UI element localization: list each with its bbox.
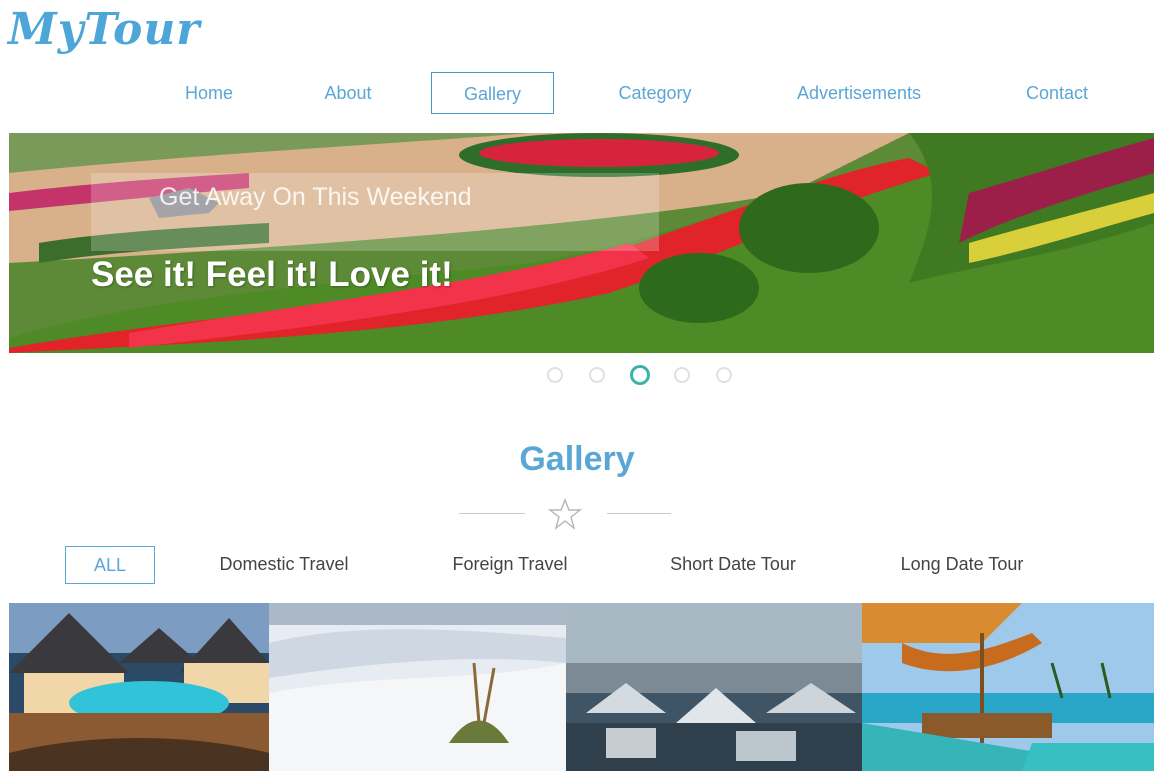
slider-dot-5[interactable] [716, 367, 732, 383]
nav-gallery[interactable]: Gallery [431, 72, 554, 114]
hero-subtitle: Get Away On This Weekend [159, 183, 472, 211]
hero-title: See it! Feel it! Love it! [91, 255, 453, 294]
filter-short-date-tour[interactable]: Short Date Tour [642, 546, 824, 584]
filter-long-date-tour[interactable]: Long Date Tour [873, 546, 1051, 584]
slider-pagination [0, 364, 1154, 386]
main-nav: Home About Gallery Category Advertisemen… [0, 72, 1154, 114]
filter-all[interactable]: ALL [65, 546, 155, 584]
city-rooftops-image[interactable] [566, 603, 862, 771]
slider-dot-3-active[interactable] [630, 365, 650, 385]
hero-slider[interactable]: Get Away On This Weekend See it! Feel it… [9, 133, 1154, 353]
slider-dot-1[interactable] [547, 367, 563, 383]
star-outline-icon [548, 498, 582, 530]
nav-home[interactable]: Home [168, 72, 250, 114]
poolside-lounge-image[interactable] [862, 603, 1154, 771]
beach-resort-image[interactable] [9, 603, 269, 771]
filter-foreign-travel[interactable]: Foreign Travel [426, 546, 594, 584]
divider-right [607, 513, 671, 514]
nav-about[interactable]: About [306, 72, 390, 114]
gallery-grid [9, 603, 1154, 771]
white-desert-image[interactable] [269, 603, 566, 771]
brand-logo[interactable]: MyTour [8, 4, 200, 55]
divider-left [459, 513, 525, 514]
nav-category[interactable]: Category [596, 72, 714, 114]
gallery-filters: ALL Domestic Travel Foreign Travel Short… [0, 546, 1154, 584]
slider-dot-2[interactable] [589, 367, 605, 383]
gallery-title: Gallery [519, 440, 635, 478]
nav-advertisements[interactable]: Advertisements [770, 72, 948, 114]
nav-contact[interactable]: Contact [1005, 72, 1109, 114]
slider-dot-4[interactable] [674, 367, 690, 383]
filter-domestic-travel[interactable]: Domestic Travel [193, 546, 375, 584]
